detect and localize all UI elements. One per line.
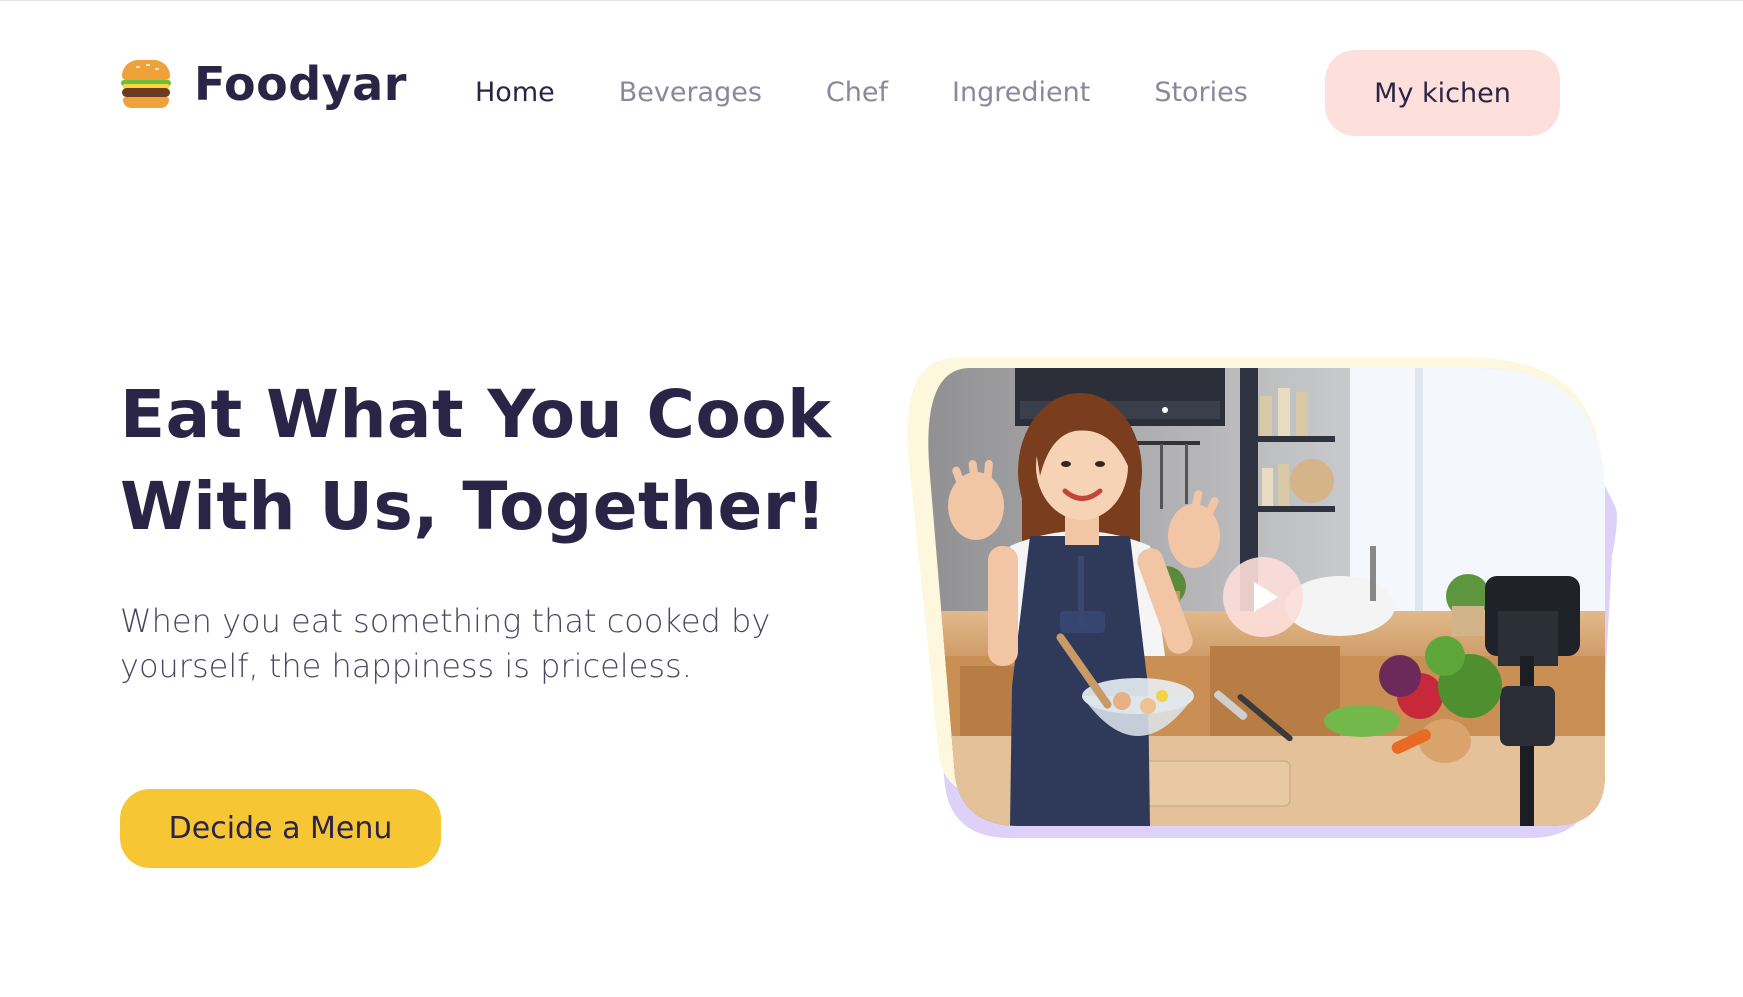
burger-icon [120, 58, 172, 110]
hero-title-line-1: Eat What You Cook [120, 376, 832, 453]
nav-item-chef[interactable]: Chef [826, 71, 888, 115]
play-icon [1254, 582, 1278, 612]
main-nav: Home Beverages Chef Ingredient Stories [475, 71, 1248, 115]
nav-item-beverages[interactable]: Beverages [619, 71, 762, 115]
nav-item-ingredient[interactable]: Ingredient [952, 71, 1090, 115]
play-button[interactable] [1223, 557, 1303, 637]
hero-subtitle-line-1: When you eat something that cooked by [120, 602, 771, 640]
nav-item-stories[interactable]: Stories [1154, 71, 1248, 115]
hero-title-line-2: With Us, Together! [120, 468, 827, 545]
hero-video[interactable] [900, 356, 1620, 846]
brand-logo[interactable]: Foodyar [120, 57, 407, 111]
hero-subtitle: When you eat something that cooked by yo… [120, 599, 820, 689]
nav-item-home[interactable]: Home [475, 71, 555, 115]
hero-title: Eat What You Cook With Us, Together! [120, 369, 840, 553]
my-kitchen-button[interactable]: My kichen [1325, 50, 1560, 136]
page: Foodyar Home Beverages Chef Ingredient S… [0, 0, 1743, 997]
decide-menu-button[interactable]: Decide a Menu [120, 789, 441, 868]
hero-subtitle-line-2: yourself, the happiness is priceless. [120, 647, 692, 685]
brand-name: Foodyar [194, 57, 407, 111]
